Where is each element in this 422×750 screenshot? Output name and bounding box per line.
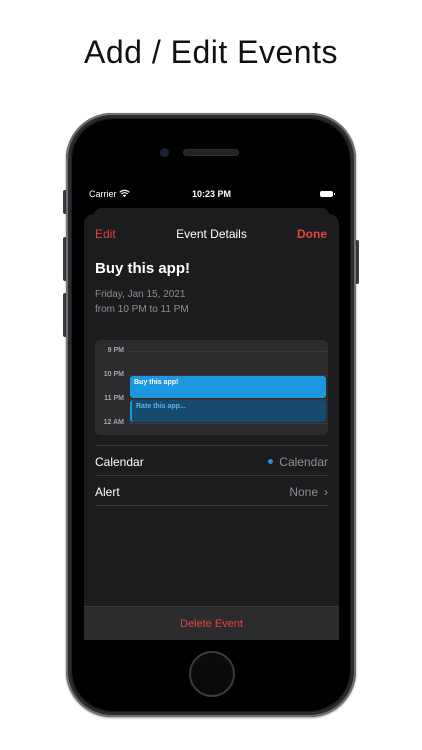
event-title: Buy this app! — [95, 260, 191, 277]
hour-divider — [129, 351, 328, 352]
hour-label: 10 PM — [103, 371, 124, 378]
hour-row: 9 PM — [95, 347, 328, 354]
phone-screen: Carrier 10:23 PM Edit Event Details Done… — [84, 184, 339, 640]
home-button[interactable] — [189, 651, 235, 697]
calendar-row[interactable]: Calendar Calendar — [95, 445, 328, 475]
event-details-sheet: Edit Event Details Done Buy this app! Fr… — [84, 214, 339, 640]
status-bar: Carrier 10:23 PM — [84, 184, 339, 204]
hour-label: 12 AM — [103, 419, 124, 426]
hour-divider — [129, 423, 328, 424]
alert-label: Alert — [95, 485, 120, 499]
delete-event-button[interactable]: Delete Event — [84, 606, 339, 640]
row-divider — [95, 505, 328, 506]
battery-icon — [320, 191, 335, 197]
promo-headline: Add / Edit Events — [84, 34, 338, 70]
calendar-label: Calendar — [95, 455, 144, 469]
calendar-value-wrap: Calendar — [268, 455, 328, 469]
event-block-selected[interactable]: Buy this app! — [130, 376, 326, 398]
calendar-color-dot — [268, 459, 274, 464]
status-time: 10:23 PM — [191, 189, 232, 199]
alert-row[interactable]: Alert None › — [95, 475, 328, 505]
done-button[interactable]: Done — [297, 227, 327, 241]
navigation-bar: Edit Event Details Done — [84, 214, 339, 254]
event-time-range: from 10 PM to 11 PM — [95, 304, 189, 315]
front-camera — [161, 149, 168, 156]
alert-value: None — [289, 485, 318, 499]
event-block[interactable]: Rate this app... — [130, 400, 326, 422]
alert-value-wrap: None › — [289, 485, 328, 499]
chevron-right-icon: › — [324, 485, 328, 499]
hour-label: 11 PM — [104, 395, 124, 402]
delete-event-label: Delete Event — [180, 618, 243, 630]
hour-row: 12 AM — [95, 419, 328, 426]
day-view-preview: 9 PM 10 PM 11 PM 12 AM Buy this app! Rat… — [95, 340, 328, 435]
event-date: Friday, Jan 15, 2021 — [95, 289, 186, 300]
hour-label: 9 PM — [107, 347, 124, 354]
calendar-value: Calendar — [279, 455, 328, 469]
earpiece-speaker — [184, 150, 238, 155]
